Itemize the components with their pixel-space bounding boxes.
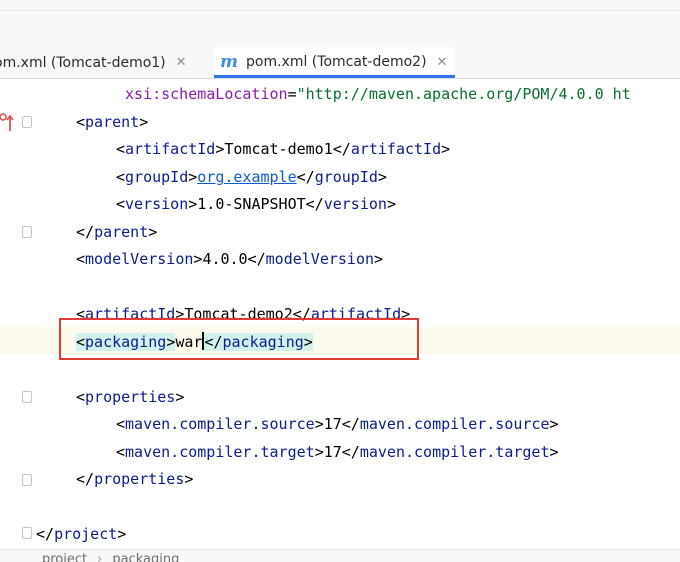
tab-pom-tomcat-demo1[interactable]: om.xml (Tomcat-demo1) ✕ <box>0 47 195 78</box>
code-line-properties-close: </properties> <box>76 470 194 488</box>
fold-icon[interactable] <box>22 226 32 238</box>
code-line-properties-open: <properties> <box>76 388 185 406</box>
code-line-version: <version>1.0-SNAPSHOT</version> <box>116 195 396 213</box>
code-editor[interactable]: xsi:schemaLocation="http://maven.apache.… <box>0 79 680 549</box>
code-line-compiler-target: <maven.compiler.target>17</maven.compile… <box>116 443 559 461</box>
code-line-compiler-source: <maven.compiler.source>17</maven.compile… <box>116 415 559 433</box>
tab-pom-tomcat-demo2[interactable]: m pom.xml (Tomcat-demo2) ✕ <box>214 47 456 78</box>
fold-icon[interactable] <box>22 391 32 403</box>
code-line-schema: xsi:schemaLocation="http://maven.apache.… <box>125 85 631 103</box>
navigate-up-icon[interactable] <box>0 111 14 133</box>
group-link[interactable]: org.example <box>197 168 296 186</box>
tab-label: om.xml (Tomcat-demo1) <box>0 54 166 71</box>
code-line-parent-open: <parent> <box>76 113 149 131</box>
fold-icon[interactable] <box>22 474 32 486</box>
editor-tab-bar: om.xml (Tomcat-demo1) ✕ m pom.xml (Tomca… <box>0 47 680 79</box>
maven-icon: m <box>220 51 238 72</box>
code-line-modelversion: <modelVersion>4.0.0</modelVersion> <box>76 250 384 268</box>
close-icon[interactable]: ✕ <box>176 55 187 70</box>
close-icon[interactable]: ✕ <box>437 55 448 70</box>
code-line-project-close: </project> <box>36 525 127 543</box>
code-line-groupid: <groupId>org.example</groupId> <box>116 168 387 186</box>
fold-icon[interactable] <box>22 116 32 128</box>
highlight-box <box>59 318 419 360</box>
toolbar-area <box>0 11 680 47</box>
breadcrumb: project › packaging <box>0 549 680 562</box>
code-line-parent-close: </parent> <box>76 223 158 241</box>
code-line-artifactid: <artifactId>Tomcat-demo1</artifactId> <box>116 140 451 158</box>
fold-icon[interactable] <box>22 527 32 539</box>
tab-label: pom.xml (Tomcat-demo2) <box>246 54 427 70</box>
window-title-strip <box>0 0 680 11</box>
